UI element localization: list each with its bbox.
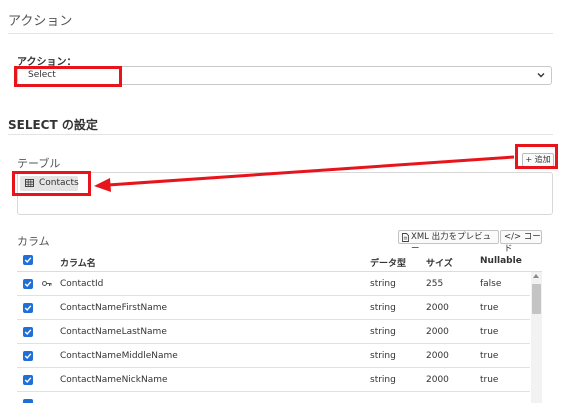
- header-size[interactable]: サイズ: [426, 256, 453, 269]
- code-button[interactable]: </> コード: [500, 230, 542, 254]
- check-icon: [24, 281, 32, 288]
- header-data-type[interactable]: データ型: [370, 256, 406, 269]
- check-icon: [24, 329, 32, 336]
- cell-column-name: ContactNameMiddleName: [60, 351, 178, 361]
- cell-size: 2000: [426, 303, 449, 313]
- table-row[interactable]: ContactNameLastName string 2000 true: [17, 320, 530, 344]
- check-icon: [24, 377, 32, 384]
- select-all-checkbox[interactable]: [23, 255, 33, 265]
- cell-data-type: string: [370, 303, 396, 313]
- cell-column-name: ContactNameNickName: [60, 375, 168, 385]
- row-checkbox[interactable]: [23, 327, 33, 337]
- cell-size: 2000: [426, 327, 449, 337]
- cell-size: 2000: [426, 351, 449, 361]
- cell-data-type: string: [370, 279, 396, 289]
- table-row[interactable]: ContactNameFirstName string 2000 true: [17, 296, 530, 320]
- cell-nullable: false: [480, 279, 502, 289]
- header-column-name[interactable]: カラム名: [60, 256, 96, 269]
- header-nullable[interactable]: Nullable: [480, 256, 522, 266]
- columns-label: カラム: [17, 235, 50, 248]
- key-icon: [42, 281, 52, 286]
- table-row-partial[interactable]: [17, 392, 530, 403]
- cell-nullable: true: [480, 327, 499, 337]
- check-icon: [24, 257, 32, 264]
- cell-nullable: true: [480, 303, 499, 313]
- preview-xml-button[interactable]: XML 出力をプレビュー: [398, 230, 499, 254]
- cell-data-type: string: [370, 375, 396, 385]
- scroll-up-arrow-icon[interactable]: [533, 274, 539, 278]
- row-checkbox[interactable]: [23, 303, 33, 313]
- table-row[interactable]: ContactId string 255 false: [17, 272, 530, 296]
- document-icon: [402, 233, 409, 242]
- grid-scrollbar-thumb[interactable]: [532, 284, 541, 314]
- columns-grid-header: カラム名 データ型 サイズ Nullable: [17, 250, 542, 272]
- cell-column-name: ContactNameLastName: [60, 327, 167, 337]
- check-icon: [24, 353, 32, 360]
- row-checkbox[interactable]: [23, 399, 33, 403]
- row-checkbox[interactable]: [23, 375, 33, 385]
- cell-column-name: ContactId: [60, 279, 104, 289]
- table-row[interactable]: ContactNameMiddleName string 2000 true: [17, 344, 530, 368]
- cell-nullable: true: [480, 375, 499, 385]
- cell-data-type: string: [370, 351, 396, 361]
- cell-size: 255: [426, 279, 444, 289]
- check-icon: [24, 305, 32, 312]
- cell-size: 2000: [426, 375, 449, 385]
- cell-nullable: true: [480, 351, 499, 361]
- table-row[interactable]: ContactNameNickName string 2000 true: [17, 368, 530, 392]
- row-checkbox[interactable]: [23, 351, 33, 361]
- cell-data-type: string: [370, 327, 396, 337]
- cell-column-name: ContactNameFirstName: [60, 303, 168, 313]
- row-checkbox[interactable]: [23, 279, 33, 289]
